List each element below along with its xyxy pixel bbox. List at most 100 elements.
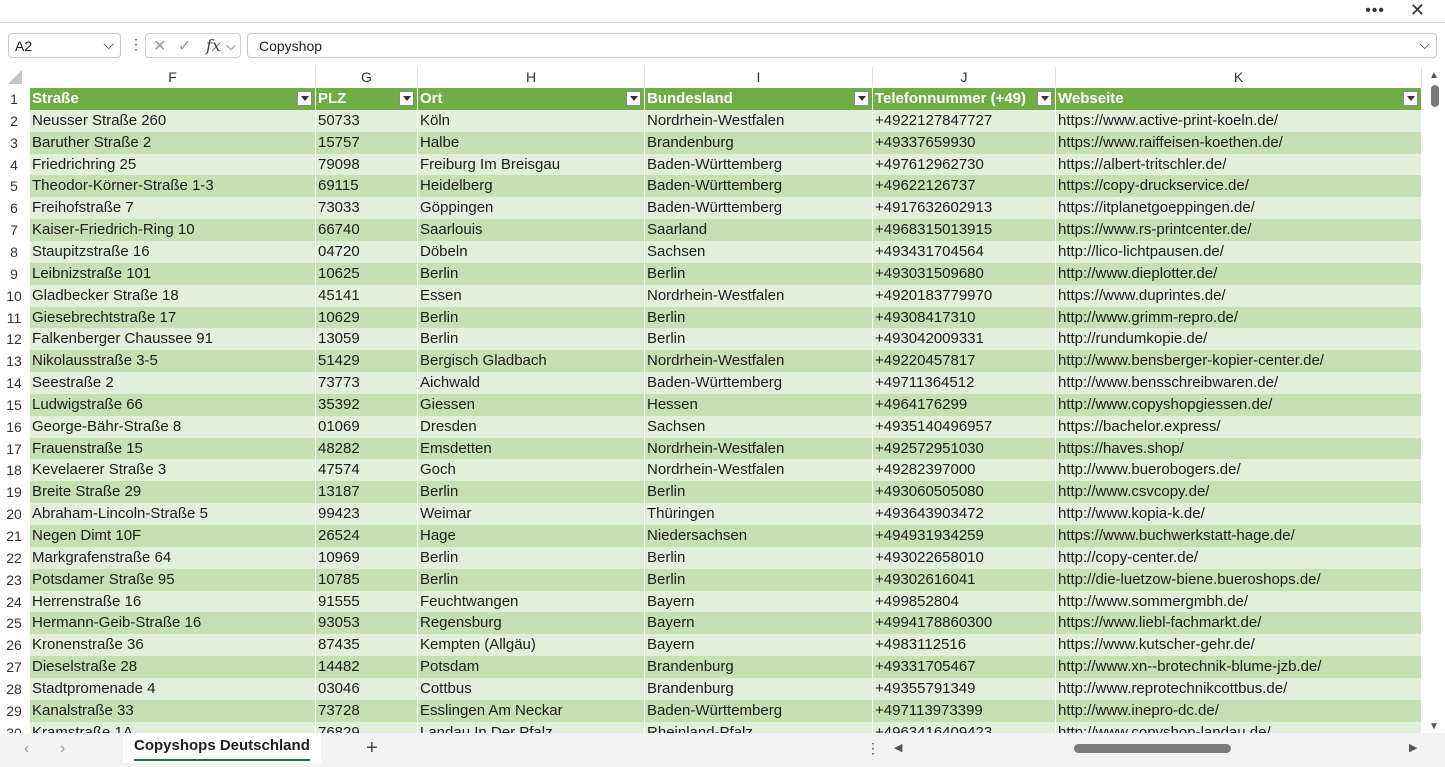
cell-plz[interactable]: 10625 [316, 263, 418, 285]
cell-webseite[interactable]: http://www.buerobogers.de/ [1056, 459, 1422, 481]
column-header-k[interactable]: K [1056, 67, 1422, 87]
cell-strasse[interactable]: Kaiser-Friedrich-Ring 10 [30, 219, 316, 241]
expand-formula-icon[interactable]: ⌵ [1419, 36, 1430, 53]
cell-webseite[interactable]: http://lico-lichtpausen.de/ [1056, 241, 1422, 263]
cell-bundesland[interactable]: Nordrhein-Westfalen [645, 438, 873, 460]
filter-dropdown-icon[interactable] [1037, 91, 1052, 106]
cell-strasse[interactable]: Freihofstraße 7 [30, 197, 316, 219]
cell-strasse[interactable]: Seestraße 2 [30, 372, 316, 394]
cell-ort[interactable]: Halbe [418, 132, 645, 154]
cell-bundesland[interactable]: Baden-Württemberg [645, 372, 873, 394]
cell-telefon[interactable]: +49302616041 [873, 569, 1056, 591]
cell-bundesland[interactable]: Sachsen [645, 416, 873, 438]
cell-strasse[interactable]: Nikolausstraße 3-5 [30, 350, 316, 372]
cell-bundesland[interactable]: Baden-Württemberg [645, 154, 873, 176]
cell-plz[interactable]: 14482 [316, 656, 418, 678]
cell-telefon[interactable]: +4994178860300 [873, 612, 1056, 634]
cell-strasse[interactable]: Dieselstraße 28 [30, 656, 316, 678]
cell-strasse[interactable]: Baruther Straße 2 [30, 132, 316, 154]
cell-strasse[interactable]: Stadtpromenade 4 [30, 678, 316, 700]
cell-bundesland[interactable]: Thüringen [645, 503, 873, 525]
cell-ort[interactable]: Emsdetten [418, 438, 645, 460]
chevron-down-icon[interactable]: ⌵ [103, 36, 114, 53]
cell-ort[interactable]: Cottbus [418, 678, 645, 700]
cell-telefon[interactable]: +4964176299 [873, 394, 1056, 416]
cell-ort[interactable]: Heidelberg [418, 175, 645, 197]
scroll-right-icon[interactable]: ▶ [1409, 741, 1417, 754]
cell-webseite[interactable]: http://www.bensschreibwaren.de/ [1056, 372, 1422, 394]
next-sheet-icon[interactable]: › [60, 740, 65, 758]
header-cell-plz[interactable]: PLZ [316, 88, 418, 110]
cell-ort[interactable]: Weimar [418, 503, 645, 525]
cell-plz[interactable]: 93053 [316, 612, 418, 634]
cell-telefon[interactable]: +4920183779970 [873, 285, 1056, 307]
filter-dropdown-icon[interactable] [1403, 91, 1418, 106]
cell-plz[interactable]: 26524 [316, 525, 418, 547]
cell-strasse[interactable]: Leibnizstraße 101 [30, 263, 316, 285]
cell-plz[interactable]: 73773 [316, 372, 418, 394]
cell-telefon[interactable]: +499852804 [873, 591, 1056, 613]
cell-webseite[interactable]: http://www.csvcopy.de/ [1056, 481, 1422, 503]
cell-plz[interactable]: 10969 [316, 547, 418, 569]
fx-icon[interactable]: fx [206, 36, 221, 55]
cell-webseite[interactable]: https://copy-druckservice.de/ [1056, 175, 1422, 197]
cell-ort[interactable]: Goch [418, 459, 645, 481]
cell-plz[interactable]: 73033 [316, 197, 418, 219]
cell-webseite[interactable]: https://www.liebl-fachmarkt.de/ [1056, 612, 1422, 634]
cell-ort[interactable]: Köln [418, 110, 645, 132]
row-header[interactable]: 1 [0, 88, 28, 110]
vertical-ellipsis-icon[interactable]: ⋮ [866, 740, 880, 757]
cell-bundesland[interactable]: Hessen [645, 394, 873, 416]
row-header[interactable]: 10 [0, 285, 28, 307]
cell-bundesland[interactable]: Nordrhein-Westfalen [645, 459, 873, 481]
cell-plz[interactable]: 04720 [316, 241, 418, 263]
cell-ort[interactable]: Berlin [418, 481, 645, 503]
scroll-up-icon[interactable]: ▲ [1429, 70, 1439, 81]
cell-telefon[interactable]: +493042009331 [873, 328, 1056, 350]
cell-ort[interactable]: Esslingen Am Neckar [418, 700, 645, 722]
cell-bundesland[interactable]: Brandenburg [645, 678, 873, 700]
cell-plz[interactable]: 99423 [316, 503, 418, 525]
cell-webseite[interactable]: http://www.grimm-repro.de/ [1056, 307, 1422, 329]
cell-telefon[interactable]: +493643903472 [873, 503, 1056, 525]
cell-ort[interactable]: Aichwald [418, 372, 645, 394]
cell-telefon[interactable]: +49337659930 [873, 132, 1056, 154]
cell-strasse[interactable]: George-Bähr-Straße 8 [30, 416, 316, 438]
vertical-ellipsis-icon[interactable]: ⋮ [129, 36, 143, 53]
ellipsis-icon[interactable]: ••• [1365, 2, 1385, 20]
cell-webseite[interactable]: http://www.copyshop-landau.de/ [1056, 722, 1422, 733]
cell-plz[interactable]: 69115 [316, 175, 418, 197]
cell-strasse[interactable]: Breite Straße 29 [30, 481, 316, 503]
cell-strasse[interactable]: Abraham-Lincoln-Straße 5 [30, 503, 316, 525]
cell-webseite[interactable]: http://www.xn--brotechnik-blume-jzb.de/ [1056, 656, 1422, 678]
cell-ort[interactable]: Berlin [418, 263, 645, 285]
cell-webseite[interactable]: https://www.raiffeisen-koethen.de/ [1056, 132, 1422, 154]
filter-dropdown-icon[interactable] [399, 91, 414, 106]
cell-bundesland[interactable]: Saarland [645, 219, 873, 241]
cell-ort[interactable]: Landau In Der Pfalz [418, 722, 645, 733]
cell-strasse[interactable]: Markgrafenstraße 64 [30, 547, 316, 569]
cell-telefon[interactable]: +49282397000 [873, 459, 1056, 481]
row-header[interactable]: 26 [0, 634, 28, 656]
add-sheet-icon[interactable]: + [366, 737, 378, 760]
chevron-down-icon[interactable]: ⌵ [226, 38, 236, 54]
cell-strasse[interactable]: Staupitzstraße 16 [30, 241, 316, 263]
cell-strasse[interactable]: Gladbecker Straße 18 [30, 285, 316, 307]
cell-telefon[interactable]: +4917632602913 [873, 197, 1056, 219]
row-header[interactable]: 25 [0, 612, 28, 634]
cell-bundesland[interactable]: Brandenburg [645, 132, 873, 154]
row-header[interactable]: 9 [0, 263, 28, 285]
cell-bundesland[interactable]: Berlin [645, 481, 873, 503]
cell-telefon[interactable]: +4922127847727 [873, 110, 1056, 132]
cell-strasse[interactable]: Kronenstraße 36 [30, 634, 316, 656]
cell-plz[interactable]: 76829 [316, 722, 418, 733]
cell-webseite[interactable]: https://www.buchwerkstatt-hage.de/ [1056, 525, 1422, 547]
cell-plz[interactable]: 50733 [316, 110, 418, 132]
filter-dropdown-icon[interactable] [626, 91, 641, 106]
row-header[interactable]: 16 [0, 416, 28, 438]
cell-bundesland[interactable]: Baden-Württemberg [645, 700, 873, 722]
cancel-icon[interactable]: ✕ [153, 36, 166, 56]
row-header[interactable]: 23 [0, 569, 28, 591]
vertical-scrollbar[interactable]: ▲ ▼ [1428, 70, 1442, 732]
cell-telefon[interactable]: +493431704564 [873, 241, 1056, 263]
